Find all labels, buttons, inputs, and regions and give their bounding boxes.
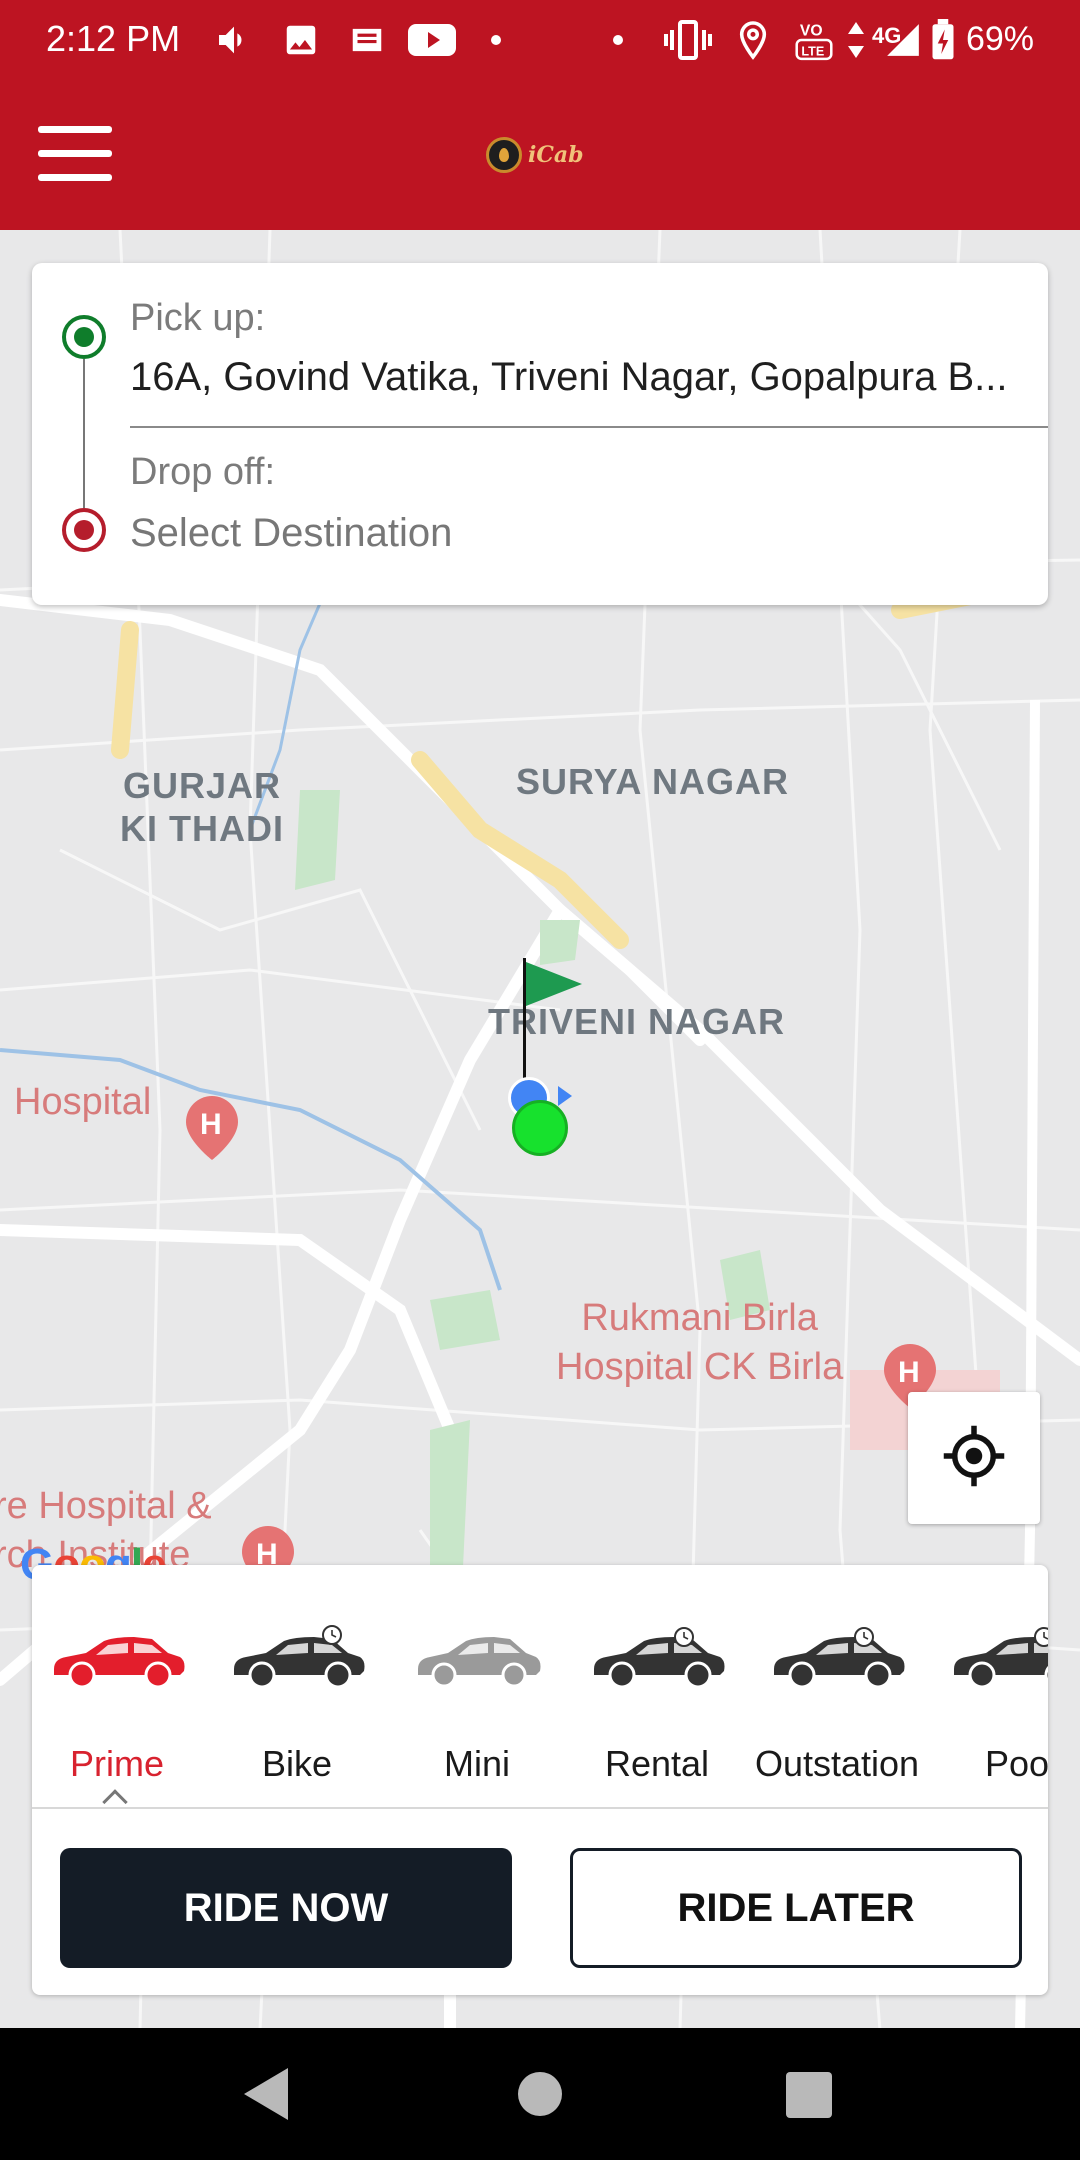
data-arrows-icon bbox=[848, 20, 864, 60]
volume-icon bbox=[214, 20, 254, 60]
app-bar: iCab bbox=[0, 82, 1080, 230]
route-connector bbox=[83, 359, 85, 508]
system-nav-bar bbox=[0, 2028, 1080, 2160]
vehicle-bike[interactable]: Bike bbox=[212, 1565, 382, 1807]
image-icon bbox=[282, 20, 320, 60]
crosshair-icon bbox=[941, 1423, 1007, 1494]
chevron-up-icon bbox=[102, 1789, 128, 1807]
battery-icon bbox=[930, 19, 956, 60]
vehicle-prime[interactable]: Prime bbox=[32, 1565, 202, 1807]
svg-text:H: H bbox=[200, 1108, 222, 1141]
home-icon[interactable] bbox=[518, 2072, 562, 2116]
sedan-clock-icon bbox=[774, 1627, 905, 1689]
svg-text:VO: VO bbox=[800, 22, 823, 39]
dropoff-dot-icon bbox=[62, 508, 106, 552]
flag-icon bbox=[526, 962, 582, 1006]
map-label-hospital: Hospital bbox=[14, 1081, 152, 1123]
vehicle-label: Mini bbox=[443, 1743, 510, 1784]
logo-mark-icon bbox=[486, 137, 522, 173]
heading-arrow-icon bbox=[558, 1086, 572, 1106]
sedan-icon bbox=[418, 1637, 541, 1688]
sedan-clock-icon bbox=[954, 1627, 1048, 1689]
logo-text: iCab bbox=[528, 142, 584, 168]
status-time: 2:12 PM bbox=[46, 18, 181, 59]
ride-now-button[interactable]: RIDE NOW bbox=[60, 1848, 512, 1968]
pickup-label: Pick up: bbox=[130, 297, 266, 339]
vehicle-label: Poo bbox=[984, 1743, 1048, 1784]
signal-icon bbox=[884, 20, 922, 60]
vehicle-label: Prime bbox=[69, 1743, 164, 1784]
dropoff-label: Drop off: bbox=[130, 451, 276, 493]
map-label-triveni-nagar: TRIVENI NAGAR bbox=[488, 1001, 786, 1042]
hamburger-menu-icon[interactable] bbox=[38, 126, 112, 186]
vehicle-pool[interactable]: Poo bbox=[932, 1565, 1048, 1807]
pickup-dot-icon bbox=[62, 315, 106, 359]
map-label-surya-nagar: SURYA NAGAR bbox=[516, 761, 790, 802]
dot-icon bbox=[612, 20, 624, 60]
vehicle-outstation[interactable]: Outstation bbox=[752, 1565, 922, 1807]
back-icon[interactable] bbox=[244, 2068, 288, 2120]
battery-percent: 69% bbox=[965, 20, 1034, 58]
news-icon bbox=[348, 20, 386, 60]
dot-icon bbox=[490, 20, 502, 60]
vehicle-list[interactable]: Prime Bike Mini Rental Outstation Poo bbox=[32, 1565, 1048, 1807]
vehicle-label: Bike bbox=[261, 1743, 333, 1784]
pickup-field[interactable]: 16A, Govind Vatika, Triveni Nagar, Gopal… bbox=[130, 355, 1020, 400]
location-icon bbox=[736, 20, 770, 60]
vehicle-rental[interactable]: Rental bbox=[572, 1565, 742, 1807]
map-label-gurjar: GURJAR KI THADI bbox=[120, 765, 284, 850]
status-bar: 2:12 PM VO LTE 4G 69% bbox=[0, 0, 1080, 82]
sedan-icon bbox=[54, 1637, 185, 1689]
vehicle-mini[interactable]: Mini bbox=[392, 1565, 562, 1807]
svg-text:LTE: LTE bbox=[801, 45, 824, 59]
svg-text:H: H bbox=[898, 1356, 920, 1389]
location-card: Pick up: 16A, Govind Vatika, Triveni Nag… bbox=[32, 263, 1048, 605]
panel-divider bbox=[32, 1807, 1048, 1809]
pickup-marker-icon[interactable] bbox=[512, 1100, 568, 1156]
dropoff-field[interactable]: Select Destination bbox=[130, 511, 452, 556]
vehicle-label: Rental bbox=[604, 1743, 710, 1784]
map-label-rukmani-birla: Rukmani Birla Hospital CK Birla bbox=[556, 1297, 844, 1389]
sedan-clock-icon bbox=[234, 1625, 365, 1689]
ride-later-button[interactable]: RIDE LATER bbox=[570, 1848, 1022, 1968]
recents-icon[interactable] bbox=[786, 2072, 832, 2118]
vehicle-label: Outstation bbox=[754, 1743, 920, 1784]
vibrate-icon bbox=[664, 20, 712, 60]
my-location-button[interactable] bbox=[908, 1392, 1040, 1524]
app-screen: 2:12 PM VO LTE 4G 69% iCab GURJAR KI THA… bbox=[0, 0, 1080, 2160]
sedan-clock-icon bbox=[594, 1627, 725, 1689]
app-logo: iCab bbox=[486, 132, 596, 178]
volte-icon: VO LTE bbox=[794, 20, 834, 61]
field-divider bbox=[130, 426, 1048, 428]
ride-options-panel: Prime Bike Mini Rental Outstation Poo RI… bbox=[32, 1565, 1048, 1995]
youtube-icon bbox=[408, 20, 456, 60]
